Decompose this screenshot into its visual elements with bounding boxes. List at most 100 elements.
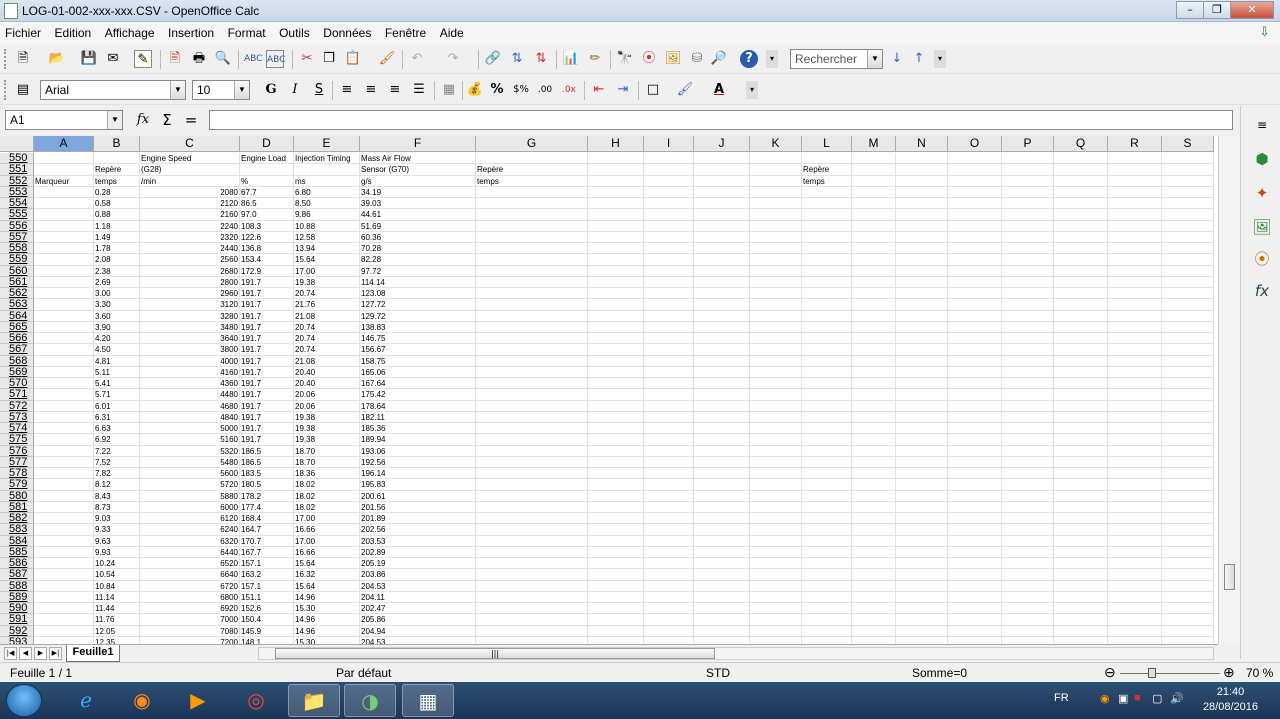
data-cell[interactable]: 15.64	[294, 254, 360, 266]
data-cell[interactable]: 17.00	[294, 513, 360, 525]
data-cell[interactable]: 148.1	[240, 636, 294, 644]
cell[interactable]	[802, 198, 852, 210]
cell[interactable]	[1002, 524, 1054, 536]
cell[interactable]	[694, 288, 750, 300]
row-header[interactable]: 574	[0, 423, 34, 435]
data-cell[interactable]: 195.83	[360, 479, 476, 491]
cell[interactable]	[694, 501, 750, 513]
row-header[interactable]: 571	[0, 389, 34, 401]
cell[interactable]	[1162, 310, 1214, 322]
cell[interactable]	[644, 524, 694, 536]
data-cell[interactable]: 157.1	[240, 558, 294, 570]
cell[interactable]	[476, 344, 588, 356]
cell[interactable]	[588, 310, 644, 322]
update-download-icon[interactable]: ⇩	[1259, 25, 1270, 40]
cell[interactable]	[896, 231, 948, 243]
cell[interactable]	[694, 355, 750, 367]
cell[interactable]	[476, 321, 588, 333]
header-cell[interactable]: temps	[476, 175, 588, 187]
cell[interactable]	[694, 243, 750, 255]
cell[interactable]	[1162, 513, 1214, 525]
data-cell[interactable]: 6640	[140, 569, 240, 581]
cell[interactable]	[644, 434, 694, 446]
data-sources-icon[interactable]: ⛁	[688, 50, 706, 68]
column-header-l[interactable]: L	[802, 136, 852, 152]
cell[interactable]	[802, 501, 852, 513]
cell[interactable]	[1108, 310, 1162, 322]
styles-icon[interactable]: ▤	[14, 81, 32, 99]
cell[interactable]	[1054, 580, 1108, 592]
data-cell[interactable]: 10.24	[94, 558, 140, 570]
cell[interactable]	[694, 445, 750, 457]
cell[interactable]	[644, 591, 694, 603]
cell[interactable]	[588, 569, 644, 581]
data-cell[interactable]: 5.71	[94, 389, 140, 401]
cell[interactable]	[1162, 231, 1214, 243]
cell[interactable]	[896, 546, 948, 558]
currency-icon[interactable]: 💰	[466, 81, 484, 99]
cell[interactable]	[802, 321, 852, 333]
cell[interactable]	[896, 603, 948, 615]
cell[interactable]	[802, 220, 852, 232]
data-cell[interactable]: 97.72	[360, 265, 476, 277]
cell[interactable]	[1162, 468, 1214, 480]
data-cell[interactable]: 168.4	[240, 513, 294, 525]
cell[interactable]	[1162, 591, 1214, 603]
tray-network-icon[interactable]: ■	[1134, 692, 1141, 704]
cell[interactable]	[34, 254, 94, 266]
menu-fenetre[interactable]: Fenêtre	[380, 22, 431, 40]
data-cell[interactable]: 167.64	[360, 378, 476, 390]
cell[interactable]	[750, 220, 802, 232]
cell[interactable]	[588, 411, 644, 423]
data-cell[interactable]: 202.56	[360, 524, 476, 536]
row-header[interactable]: 589	[0, 591, 34, 603]
cell[interactable]	[644, 389, 694, 401]
cell[interactable]	[694, 580, 750, 592]
cell[interactable]	[34, 434, 94, 446]
toolbar-grip[interactable]	[4, 80, 7, 100]
cell[interactable]	[802, 389, 852, 401]
cell[interactable]	[1108, 299, 1162, 311]
cell[interactable]	[750, 400, 802, 412]
cell[interactable]	[694, 254, 750, 266]
cell[interactable]	[896, 490, 948, 502]
cell[interactable]	[896, 625, 948, 637]
data-cell[interactable]: 5.41	[94, 378, 140, 390]
cell[interactable]	[694, 636, 750, 644]
cell[interactable]	[1054, 411, 1108, 423]
cell[interactable]	[1108, 434, 1162, 446]
cell[interactable]	[1162, 209, 1214, 221]
cell[interactable]	[750, 276, 802, 288]
cell[interactable]	[694, 479, 750, 491]
cell[interactable]	[476, 288, 588, 300]
data-cell[interactable]: 20.74	[294, 288, 360, 300]
cell[interactable]	[34, 445, 94, 457]
cell[interactable]	[588, 490, 644, 502]
cell[interactable]	[750, 591, 802, 603]
cell[interactable]	[1108, 198, 1162, 210]
cell[interactable]	[588, 445, 644, 457]
cell[interactable]	[852, 468, 896, 480]
data-cell[interactable]: 2320	[140, 231, 240, 243]
data-cell[interactable]: 129.72	[360, 310, 476, 322]
cell[interactable]	[644, 400, 694, 412]
cell[interactable]	[1054, 265, 1108, 277]
cell[interactable]	[476, 411, 588, 423]
cell[interactable]	[802, 614, 852, 626]
cell[interactable]	[1108, 636, 1162, 644]
cell[interactable]	[852, 456, 896, 468]
cell[interactable]	[852, 355, 896, 367]
header-cell[interactable]: Engine Speed	[140, 153, 240, 165]
cell[interactable]	[1054, 310, 1108, 322]
cell[interactable]	[1162, 490, 1214, 502]
data-cell[interactable]: 60.36	[360, 231, 476, 243]
cell[interactable]	[750, 299, 802, 311]
header-cell[interactable]: Sensor (G70)	[360, 164, 476, 176]
cell[interactable]	[588, 378, 644, 390]
row-header[interactable]: 593	[0, 636, 34, 644]
row-header[interactable]: 580	[0, 490, 34, 502]
cell[interactable]	[34, 513, 94, 525]
cell[interactable]	[1054, 468, 1108, 480]
data-cell[interactable]: 6.92	[94, 434, 140, 446]
cell[interactable]	[1054, 479, 1108, 491]
